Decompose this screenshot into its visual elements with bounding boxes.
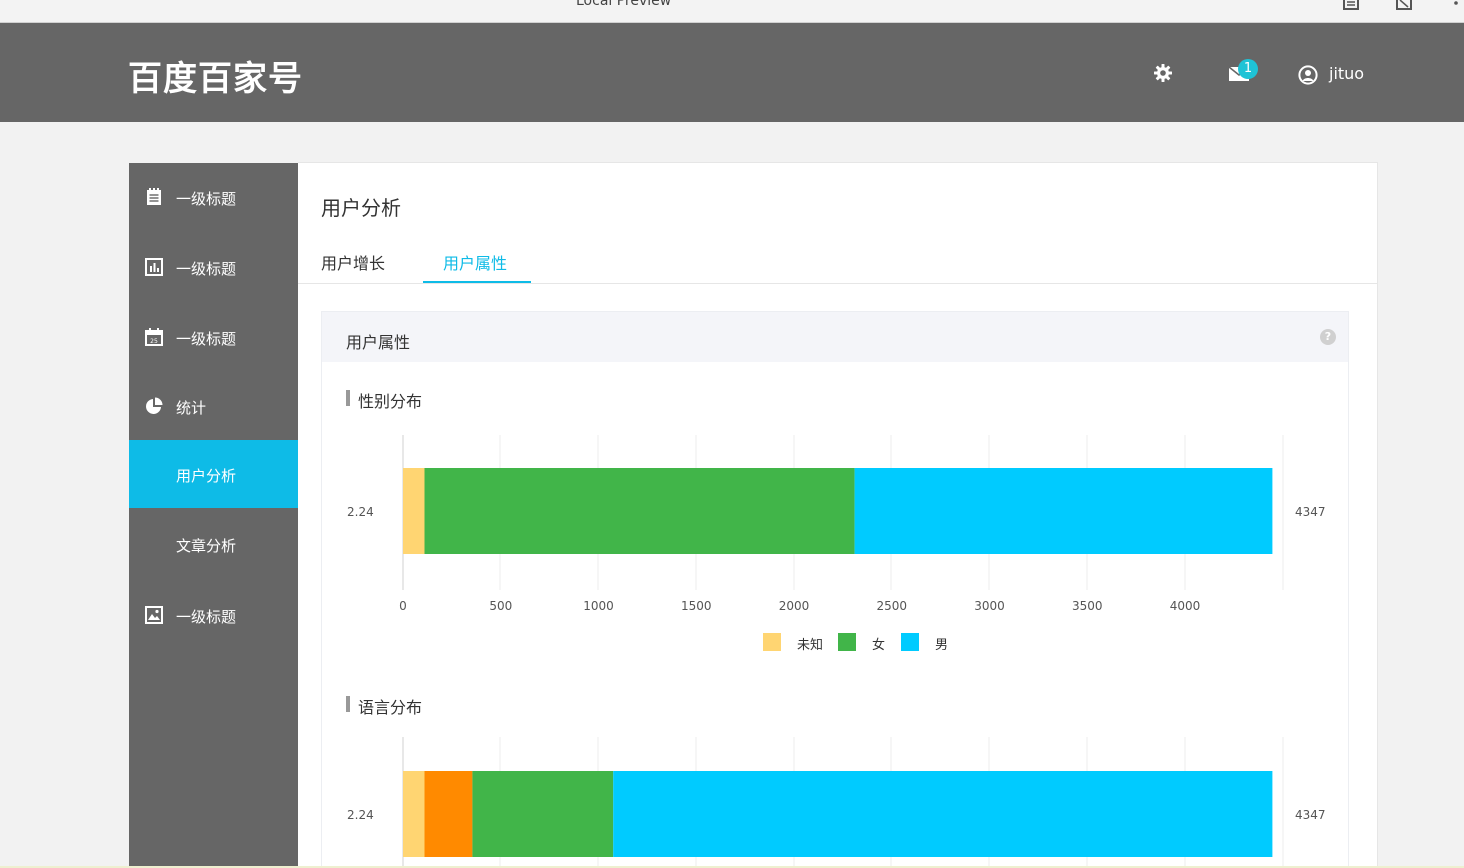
- bar-segment-2-2: [424, 771, 473, 857]
- bar-segment-2-4: [613, 771, 1273, 857]
- x-tick-label: 4000: [1170, 599, 1201, 613]
- category-label: 2.24: [347, 808, 374, 822]
- x-tick-label: 2000: [779, 599, 810, 613]
- legend-label: 未知: [797, 638, 824, 653]
- x-tick-label: 500: [489, 599, 512, 613]
- bar-segment-2-1: [403, 771, 425, 857]
- total-label: 4347: [1295, 808, 1326, 822]
- legend-label: 女: [872, 638, 886, 653]
- x-tick-label: 0: [399, 599, 407, 613]
- category-label: 2.24: [347, 505, 374, 519]
- bar-segment-2-3: [472, 771, 614, 857]
- legend-swatch: [838, 633, 856, 651]
- bar-segment-1-3: [854, 468, 1273, 554]
- legend-swatch: [901, 633, 919, 651]
- legend-swatch: [763, 633, 781, 651]
- total-label: 4347: [1295, 505, 1326, 519]
- legend-label: 男: [935, 638, 949, 653]
- x-tick-label: 2500: [877, 599, 908, 613]
- x-tick-label: 1000: [583, 599, 614, 613]
- bar-segment-1-1: [403, 468, 425, 554]
- x-tick-label: 3500: [1072, 599, 1103, 613]
- charts-layer: 2.24 4347 0 500 1000 1500 2000 2500 3000 3500 4000…: [347, 435, 1326, 868]
- x-tick-label: 3000: [974, 599, 1005, 613]
- bar-segment-1-2: [424, 468, 855, 554]
- x-tick-label: 1500: [681, 599, 712, 613]
